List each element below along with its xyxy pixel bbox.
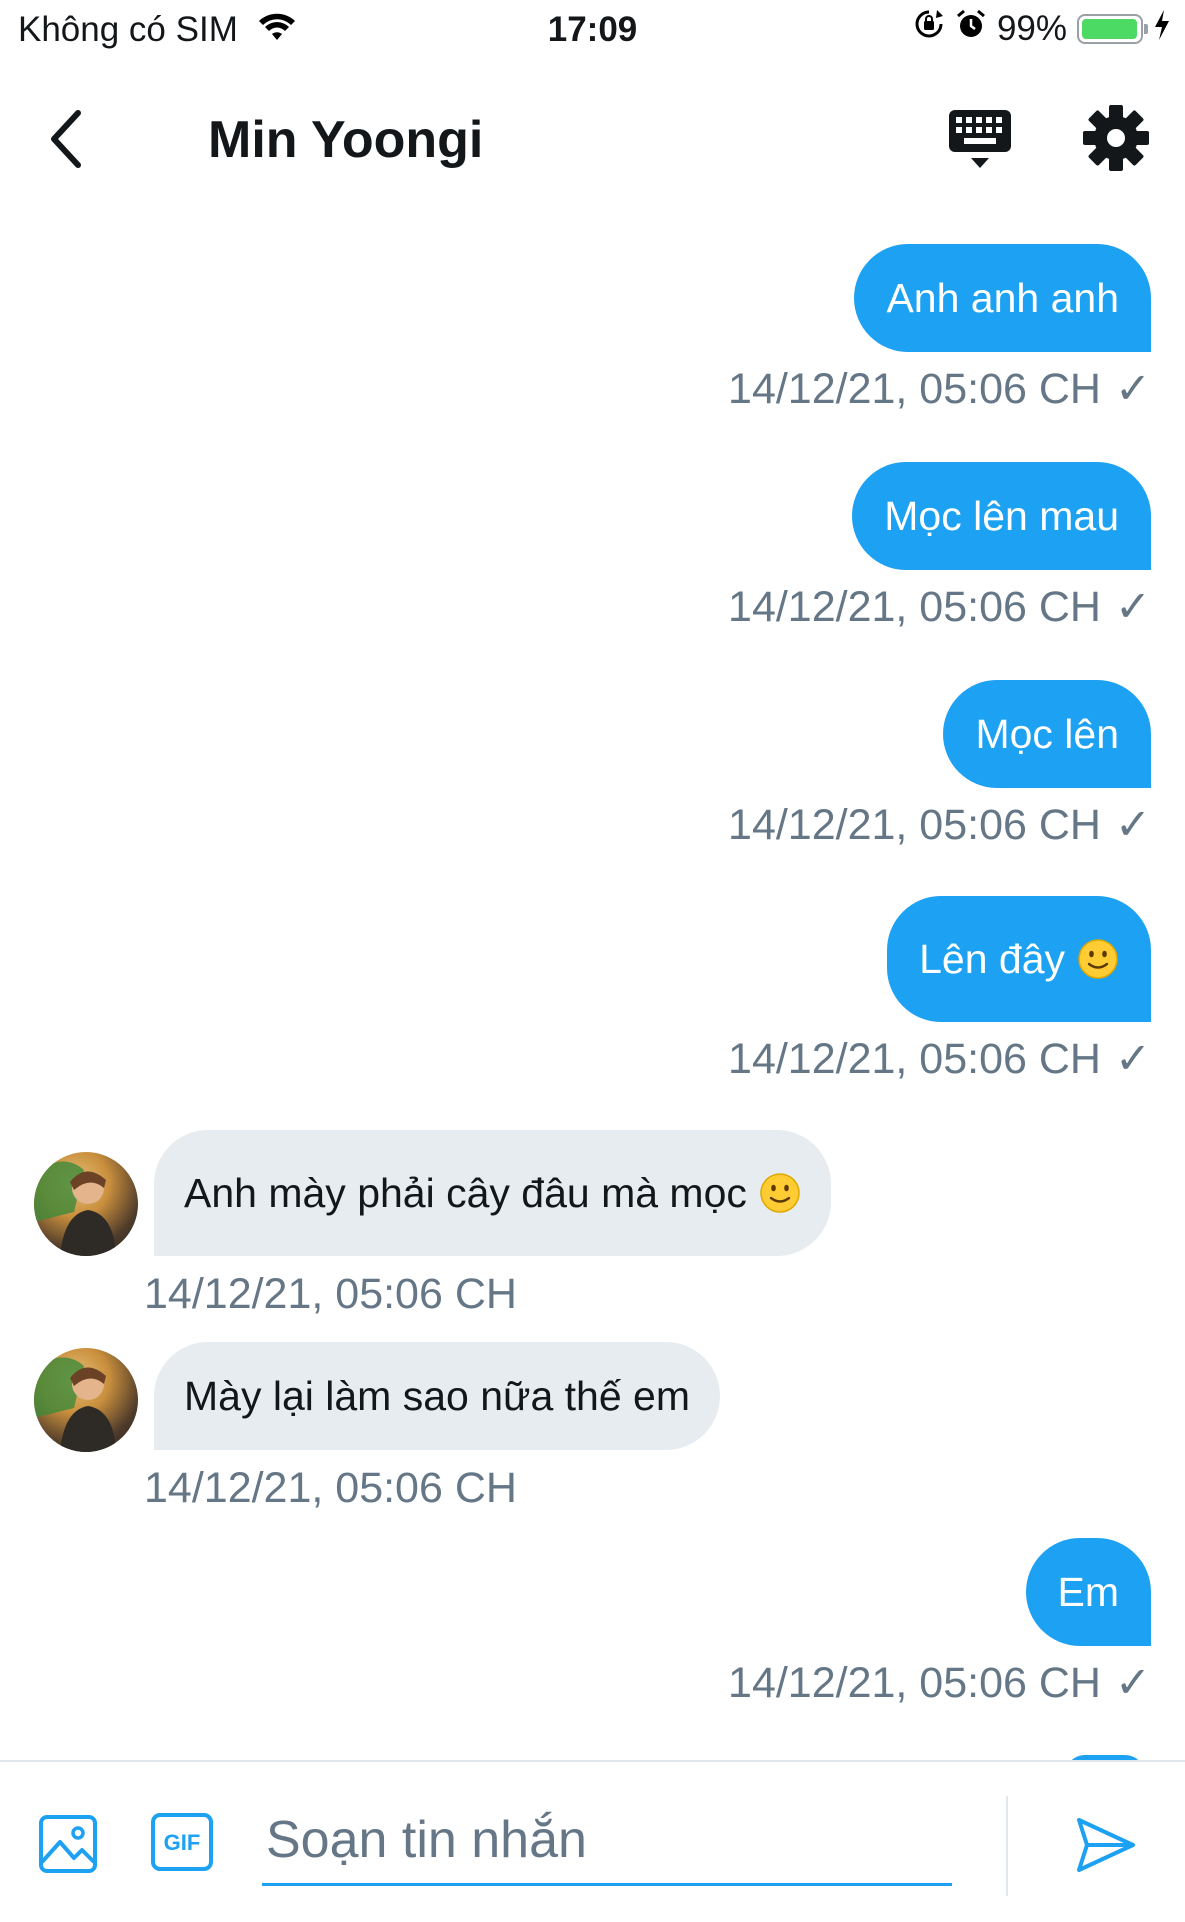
message-timestamp: 14/12/21, 05:06 CH ✓ [728, 582, 1151, 632]
page-title: Min Yoongi [208, 111, 484, 169]
message-text: Em [1057, 1568, 1120, 1615]
chevron-left-icon [51, 110, 81, 168]
message-bubble-outgoing[interactable]: Mọc lên [943, 680, 1151, 788]
message-list[interactable]: Anh anh anh 14/12/21, 05:06 CH ✓ Mọc lên… [0, 220, 1185, 1760]
slightly-smiling-face-icon [760, 1173, 800, 1213]
checkmark-icon: ✓ [1114, 583, 1151, 631]
contact-photo [34, 1357, 116, 1452]
settings-button[interactable] [1080, 102, 1152, 174]
keyboard-icon [949, 110, 1011, 168]
gif-button[interactable]: GIF [150, 1812, 214, 1872]
message-timestamp: 14/12/21, 05:06 CH ✓ [728, 364, 1151, 414]
message-timestamp: 14/12/21, 05:06 CH ✓ [728, 1034, 1151, 1084]
slightly-smiling-face-icon [1078, 939, 1118, 979]
gear-icon [1083, 105, 1149, 171]
checkmark-icon: ✓ [1114, 365, 1151, 413]
battery-icon [1077, 13, 1148, 44]
message-bubble-outgoing[interactable]: Lên đây [887, 896, 1151, 1022]
gif-label: GIF [164, 1830, 201, 1855]
timestamp-text: 14/12/21, 05:06 CH [728, 1034, 1101, 1083]
avatar[interactable] [34, 1348, 138, 1452]
message-timestamp: 14/12/21, 05:06 CH [144, 1270, 517, 1318]
contact-photo [34, 1161, 116, 1256]
message-composer: GIF [0, 1760, 1185, 1922]
battery-percent: 99% [996, 8, 1067, 48]
message-bubble-incoming[interactable]: Anh mày phải cây đâu mà mọc [154, 1130, 831, 1256]
alarm-icon [955, 8, 987, 49]
message-timestamp: 14/12/21, 05:06 CH [144, 1464, 517, 1512]
checkmark-icon: ✓ [1114, 1035, 1151, 1083]
send-button[interactable] [1075, 1814, 1137, 1876]
message-bubble-incoming[interactable]: Mày lại làm sao nữa thế em [154, 1342, 720, 1450]
message-text: Mày lại làm sao nữa thế em [184, 1372, 690, 1419]
avatar[interactable] [34, 1152, 138, 1256]
status-bar: Không có SIM 17:09 99% [0, 0, 1185, 60]
send-icon [1077, 1818, 1135, 1872]
image-icon [39, 1815, 97, 1873]
timestamp-text: 14/12/21, 05:06 CH [728, 1658, 1101, 1707]
message-bubble-outgoing[interactable]: Mọc lên mau [852, 462, 1151, 570]
checkmark-icon: ✓ [1114, 801, 1151, 849]
message-timestamp: 14/12/21, 05:06 CH ✓ [728, 1658, 1151, 1708]
battery-fill [1082, 18, 1138, 39]
message-text: Anh anh anh [886, 274, 1119, 321]
attach-image-button[interactable] [38, 1814, 98, 1874]
message-text: Anh mày phải cây đâu mà mọc [184, 1169, 747, 1216]
message-input[interactable] [262, 1796, 952, 1886]
timestamp-text: 14/12/21, 05:06 CH [728, 800, 1101, 849]
checkmark-icon: ✓ [1114, 1659, 1151, 1707]
conversation-header: Min Yoongi [0, 60, 1185, 220]
keyboard-button[interactable] [945, 104, 1015, 174]
timestamp-text: 14/12/21, 05:06 CH [728, 364, 1101, 413]
timestamp-text: 14/12/21, 05:06 CH [728, 582, 1101, 631]
message-bubble-outgoing[interactable]: Em [1025, 1538, 1151, 1646]
message-text: Lên đây [919, 935, 1065, 982]
back-button[interactable] [36, 104, 96, 174]
message-text: Mọc lên mau [884, 492, 1119, 539]
orientation-lock-icon [913, 8, 945, 49]
message-text: Mọc lên [975, 710, 1119, 757]
divider [1006, 1796, 1008, 1896]
gif-icon: GIF [151, 1813, 213, 1871]
message-timestamp: 14/12/21, 05:06 CH ✓ [728, 800, 1151, 850]
message-bubble-outgoing[interactable]: Anh anh anh [854, 244, 1151, 352]
charging-icon [1153, 9, 1171, 49]
